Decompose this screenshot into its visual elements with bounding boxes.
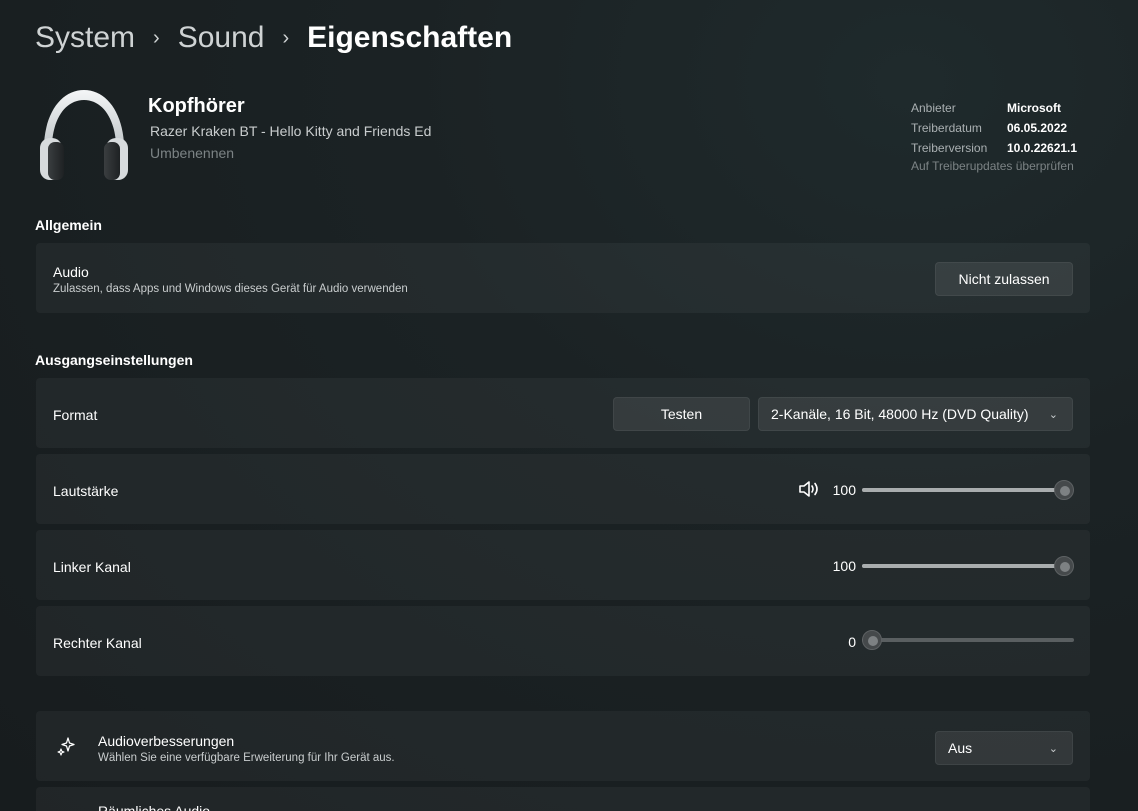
slider-fill	[862, 564, 1064, 568]
format-dropdown[interactable]: 2-Kanäle, 16 Bit, 48000 Hz (DVD Quality)…	[758, 397, 1073, 431]
device-name: Kopfhörer	[148, 95, 245, 117]
right-channel-slider[interactable]	[862, 630, 1074, 650]
slider-thumb[interactable]	[1054, 556, 1074, 576]
volume-card: Lautstärke 100	[36, 454, 1090, 524]
driver-date-row: Treiberdatum 06.05.2022	[911, 118, 1077, 138]
test-button[interactable]: Testen	[613, 397, 750, 431]
driver-provider-row: Anbieter Microsoft	[911, 98, 1077, 118]
right-channel-value: 0	[848, 634, 856, 650]
spatial-audio-label: Räumliches Audio	[98, 803, 211, 811]
left-channel-card: Linker Kanal 100	[36, 530, 1090, 600]
sparkle-icon	[57, 737, 75, 756]
left-channel-slider[interactable]	[862, 556, 1074, 576]
enhancements-description: Wählen Sie eine verfügbare Erweiterung f…	[98, 752, 395, 764]
headphones-icon	[40, 90, 128, 180]
enhancements-value: Aus	[948, 740, 973, 756]
slider-track	[862, 638, 1074, 642]
speaker-icon[interactable]	[798, 480, 820, 498]
left-channel-value: 100	[832, 558, 856, 574]
enhancements-card: Audioverbesserungen Wählen Sie eine verf…	[36, 711, 1090, 781]
page-title: Eigenschaften	[307, 21, 513, 54]
chevron-right-icon: ›	[282, 27, 290, 49]
format-value: 2-Kanäle, 16 Bit, 48000 Hz (DVD Quality)	[771, 406, 1029, 422]
driver-date-label: Treiberdatum	[911, 121, 982, 135]
slider-thumb[interactable]	[862, 630, 882, 650]
chevron-down-icon: ⌄	[1048, 742, 1058, 755]
volume-value: 100	[832, 482, 856, 498]
slider-fill	[862, 488, 1064, 492]
audio-label: Audio	[53, 264, 89, 280]
driver-provider-value: Microsoft	[1007, 101, 1061, 115]
volume-slider[interactable]	[862, 480, 1074, 500]
rename-link[interactable]: Umbenennen	[150, 145, 234, 161]
driver-update-link[interactable]: Auf Treiberupdates überprüfen	[911, 159, 1077, 173]
right-channel-label: Rechter Kanal	[53, 635, 142, 651]
audio-card: Audio Zulassen, dass Apps und Windows di…	[36, 243, 1090, 313]
format-card: Format Testen 2-Kanäle, 16 Bit, 48000 Hz…	[36, 378, 1090, 448]
driver-version-row: Treiberversion 10.0.22621.1	[911, 138, 1077, 158]
section-general-title: Allgemein	[35, 217, 102, 233]
disallow-audio-button[interactable]: Nicht zulassen	[935, 262, 1073, 296]
chevron-right-icon: ›	[153, 27, 160, 49]
format-label: Format	[53, 407, 98, 423]
breadcrumb-sound[interactable]: Sound	[178, 18, 265, 58]
right-channel-card: Rechter Kanal 0	[36, 606, 1090, 676]
breadcrumb: System › Sound › Eigenschaften	[35, 18, 512, 58]
driver-provider-label: Anbieter	[911, 101, 956, 115]
spatial-audio-card[interactable]: Räumliches Audio	[36, 787, 1090, 811]
enhancements-label: Audioverbesserungen	[98, 733, 235, 749]
driver-version-label: Treiberversion	[911, 141, 988, 155]
device-model: Razer Kraken BT - Hello Kitty and Friend…	[150, 123, 432, 139]
volume-label: Lautstärke	[53, 483, 119, 499]
enhancements-dropdown[interactable]: Aus ⌄	[935, 731, 1073, 765]
breadcrumb-system[interactable]: System	[35, 18, 135, 58]
driver-info: Anbieter Microsoft Treiberdatum 06.05.20…	[911, 98, 1077, 173]
left-channel-label: Linker Kanal	[53, 559, 131, 575]
slider-thumb[interactable]	[1054, 480, 1074, 500]
driver-date-value: 06.05.2022	[1007, 121, 1068, 135]
driver-version-value: 10.0.22621.1	[1007, 141, 1078, 155]
section-output-title: Ausgangseinstellungen	[35, 352, 193, 368]
chevron-down-icon: ⌄	[1048, 408, 1058, 421]
audio-description: Zulassen, dass Apps und Windows dieses G…	[53, 283, 408, 295]
